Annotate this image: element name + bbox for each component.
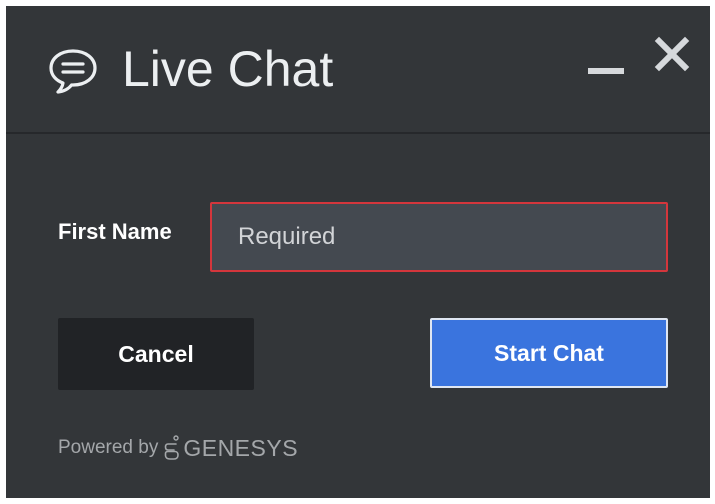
cancel-button[interactable]: Cancel [58, 318, 254, 390]
close-icon [654, 36, 690, 72]
genesys-brand-text: GENESYS [183, 434, 299, 461]
close-button[interactable] [650, 32, 694, 76]
powered-by-text: Powered by [58, 437, 159, 458]
minimize-button[interactable] [584, 48, 630, 88]
chat-bubble-icon [49, 49, 97, 94]
chat-widget: Live Chat First Name Cancel Start Chat P… [6, 6, 710, 498]
first-name-label: First Name [58, 219, 172, 244]
window-title: Live Chat [122, 41, 334, 97]
genesys-logo-icon [165, 435, 180, 460]
first-name-input[interactable] [210, 202, 668, 272]
minimize-icon [588, 68, 624, 74]
chat-header: Live Chat [6, 6, 710, 134]
start-chat-button[interactable]: Start Chat [430, 318, 668, 388]
powered-by-footer: Powered by GENESYS [58, 434, 298, 462]
